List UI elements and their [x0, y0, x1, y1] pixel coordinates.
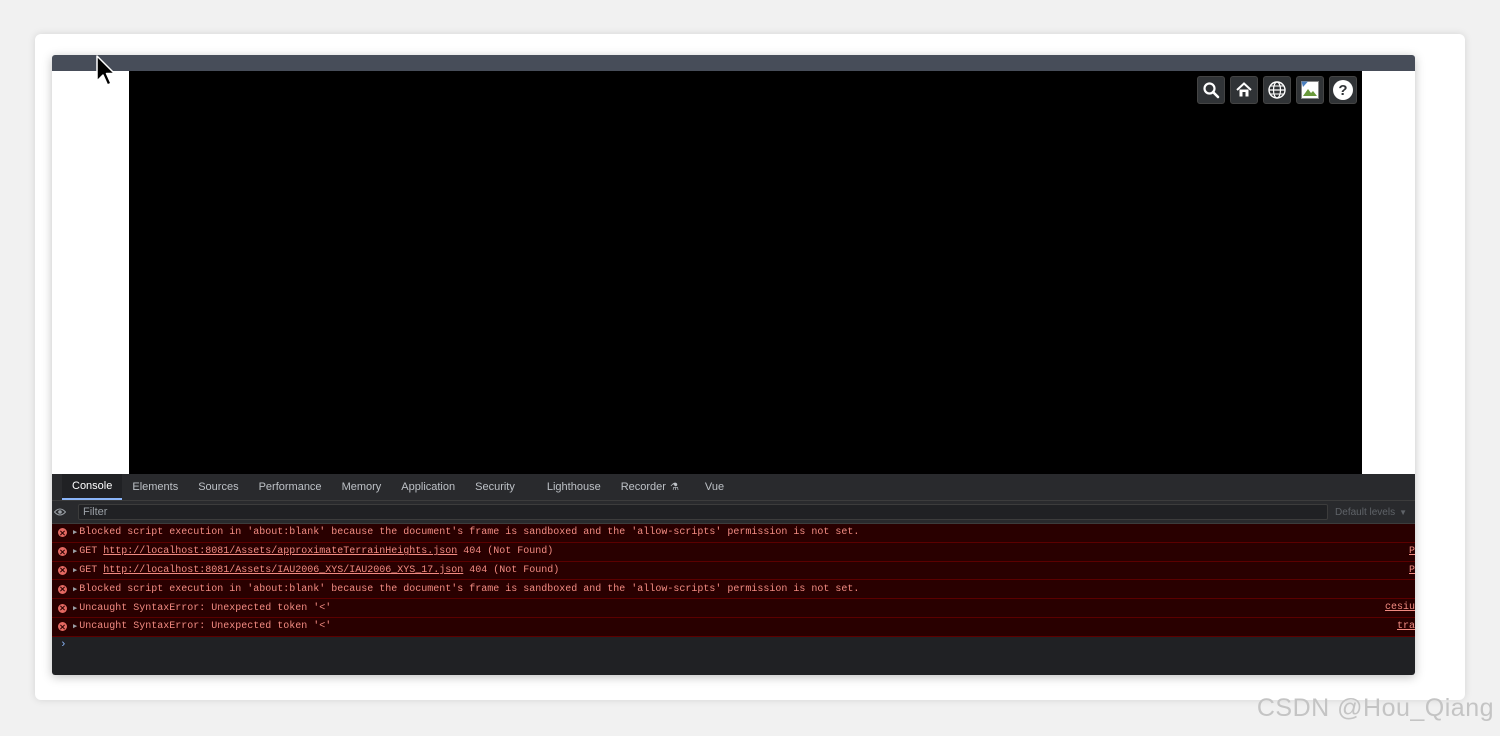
navigation-help-button[interactable]: ? [1329, 76, 1357, 104]
message-text: Blocked script execution in 'about:blank… [79, 527, 860, 539]
home-button[interactable] [1230, 76, 1258, 104]
svg-text:?: ? [1338, 82, 1347, 99]
source-link[interactable]: P [1409, 543, 1415, 560]
message-text: Uncaught SyntaxError: Unexpected token '… [79, 621, 332, 633]
tab-performance[interactable]: Performance [249, 474, 332, 500]
tab-vue[interactable]: Vue [689, 474, 734, 500]
flask-icon: ⚗ [669, 481, 679, 493]
levels-label: Default levels [1335, 506, 1396, 518]
window-titlebar [52, 55, 1415, 71]
message-status: 404 (Not Found) [463, 564, 560, 576]
expand-triangle-icon[interactable]: ▶ [73, 528, 77, 537]
base-layer-picker-button[interactable] [1296, 76, 1324, 104]
expand-triangle-icon[interactable]: ▶ [73, 547, 77, 556]
page-content: ? [52, 71, 1415, 474]
tab-memory[interactable]: Memory [332, 474, 392, 500]
chevron-down-icon: ▼ [1399, 507, 1407, 517]
console-error-row[interactable]: ▶ GET http://localhost:8081/Assets/appro… [52, 542, 1415, 562]
eye-icon[interactable] [53, 501, 67, 523]
error-icon [58, 622, 67, 632]
tab-elements[interactable]: Elements [122, 474, 188, 500]
browser-window: ? Console Elements Sources Performance M… [52, 55, 1415, 675]
expand-triangle-icon[interactable]: ▶ [73, 622, 77, 631]
prompt-chevron-icon: › [60, 638, 67, 651]
search-icon [1202, 81, 1220, 99]
console-filter-bar: Default levels ▼ [52, 501, 1415, 524]
message-text: GET [79, 564, 104, 576]
globe-icon [1267, 80, 1287, 100]
expand-triangle-icon[interactable]: ▶ [73, 585, 77, 594]
console-error-row[interactable]: ▶ GET http://localhost:8081/Assets/IAU20… [52, 561, 1415, 581]
tab-console[interactable]: Console [62, 474, 123, 500]
devtools-tabbar: Console Elements Sources Performance Mem… [52, 474, 1415, 501]
error-icon [58, 565, 67, 575]
console-error-row[interactable]: ▶ Uncaught SyntaxError: Unexpected token… [52, 617, 1415, 637]
tab-application[interactable]: Application [391, 474, 465, 500]
geocoder-button[interactable] [1197, 76, 1225, 104]
tab-lighthouse[interactable]: Lighthouse [537, 474, 611, 500]
message-url-link[interactable]: http://localhost:8081/Assets/approximate… [103, 546, 457, 557]
error-icon [58, 528, 67, 538]
message-url-link[interactable]: http://localhost:8081/Assets/IAU2006_XYS… [103, 565, 463, 576]
console-messages: ▶ Blocked script execution in 'about:bla… [52, 524, 1415, 653]
console-prompt[interactable]: › [52, 637, 1415, 653]
tab-recorder[interactable]: Recorder ⚗ [611, 474, 689, 500]
error-icon [58, 584, 67, 594]
tab-security[interactable]: Security [465, 474, 537, 500]
source-link[interactable]: cesiu [1385, 599, 1415, 616]
error-icon [58, 547, 67, 557]
filter-input[interactable] [78, 504, 1328, 520]
watermark-text: CSDN @Hou_Qiang [1256, 694, 1494, 722]
expand-triangle-icon[interactable]: ▶ [73, 566, 77, 575]
source-link[interactable]: P [1409, 562, 1415, 579]
default-levels-dropdown[interactable]: Default levels ▼ [1335, 501, 1407, 523]
console-error-row[interactable]: ▶ Uncaught SyntaxError: Unexpected token… [52, 599, 1415, 618]
error-icon [58, 603, 67, 613]
console-error-row[interactable]: ▶ Blocked script execution in 'about:bla… [52, 580, 1415, 600]
message-text: GET [79, 546, 104, 558]
devtools-panel: Console Elements Sources Performance Mem… [52, 474, 1415, 675]
message-status: 404 (Not Found) [457, 546, 554, 558]
expand-triangle-icon[interactable]: ▶ [73, 604, 77, 613]
message-text: Blocked script execution in 'about:blank… [79, 583, 860, 595]
mouse-cursor-icon [96, 55, 118, 96]
console-error-row[interactable]: ▶ Blocked script execution in 'about:bla… [52, 524, 1415, 543]
help-icon: ? [1332, 79, 1354, 101]
scene-mode-button[interactable] [1263, 76, 1291, 104]
message-text: Uncaught SyntaxError: Unexpected token '… [79, 602, 332, 614]
tab-sources[interactable]: Sources [188, 474, 248, 500]
viewer-toolbar: ? [1197, 76, 1357, 104]
broken-image-icon [1300, 80, 1320, 100]
home-icon [1235, 81, 1253, 99]
source-link[interactable]: tra [1397, 618, 1415, 635]
cesium-viewer[interactable]: ? [129, 71, 1362, 474]
